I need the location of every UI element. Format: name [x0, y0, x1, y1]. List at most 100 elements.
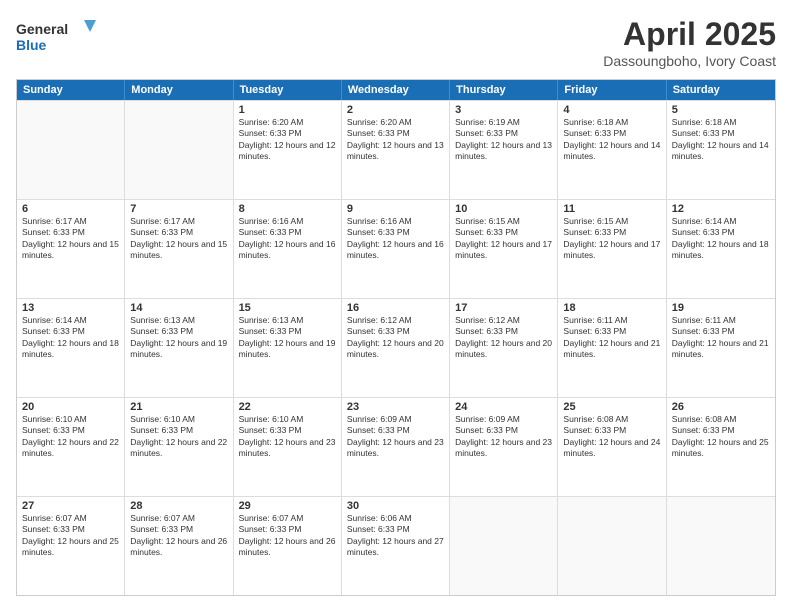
svg-text:Blue: Blue [16, 37, 47, 53]
calendar-header-cell: Sunday [17, 80, 125, 100]
calendar-week-row: 1Sunrise: 6:20 AM Sunset: 6:33 PM Daylig… [17, 100, 775, 199]
calendar-cell [17, 101, 125, 199]
cell-text: Sunrise: 6:15 AM Sunset: 6:33 PM Dayligh… [455, 216, 552, 262]
calendar-cell: 15Sunrise: 6:13 AM Sunset: 6:33 PM Dayli… [234, 299, 342, 397]
day-number: 18 [563, 302, 660, 314]
cell-text: Sunrise: 6:20 AM Sunset: 6:33 PM Dayligh… [239, 117, 336, 163]
cell-text: Sunrise: 6:17 AM Sunset: 6:33 PM Dayligh… [130, 216, 227, 262]
cell-text: Sunrise: 6:12 AM Sunset: 6:33 PM Dayligh… [455, 315, 552, 361]
day-number: 11 [563, 203, 660, 215]
calendar-cell: 8Sunrise: 6:16 AM Sunset: 6:33 PM Daylig… [234, 200, 342, 298]
calendar-cell: 24Sunrise: 6:09 AM Sunset: 6:33 PM Dayli… [450, 398, 558, 496]
calendar-cell: 27Sunrise: 6:07 AM Sunset: 6:33 PM Dayli… [17, 497, 125, 595]
calendar-cell: 25Sunrise: 6:08 AM Sunset: 6:33 PM Dayli… [558, 398, 666, 496]
cell-text: Sunrise: 6:13 AM Sunset: 6:33 PM Dayligh… [130, 315, 227, 361]
calendar-cell: 22Sunrise: 6:10 AM Sunset: 6:33 PM Dayli… [234, 398, 342, 496]
day-number: 29 [239, 500, 336, 512]
cell-text: Sunrise: 6:08 AM Sunset: 6:33 PM Dayligh… [672, 414, 770, 460]
calendar-header-cell: Tuesday [234, 80, 342, 100]
day-number: 14 [130, 302, 227, 314]
day-number: 23 [347, 401, 444, 413]
day-number: 28 [130, 500, 227, 512]
calendar-cell: 4Sunrise: 6:18 AM Sunset: 6:33 PM Daylig… [558, 101, 666, 199]
calendar-cell: 2Sunrise: 6:20 AM Sunset: 6:33 PM Daylig… [342, 101, 450, 199]
subtitle: Dassoungboho, Ivory Coast [603, 53, 776, 69]
calendar-cell: 7Sunrise: 6:17 AM Sunset: 6:33 PM Daylig… [125, 200, 233, 298]
day-number: 1 [239, 104, 336, 116]
calendar-header-cell: Wednesday [342, 80, 450, 100]
svg-text:General: General [16, 21, 68, 37]
day-number: 20 [22, 401, 119, 413]
calendar-cell: 18Sunrise: 6:11 AM Sunset: 6:33 PM Dayli… [558, 299, 666, 397]
calendar-cell [667, 497, 775, 595]
day-number: 16 [347, 302, 444, 314]
day-number: 30 [347, 500, 444, 512]
calendar-header-row: SundayMondayTuesdayWednesdayThursdayFrid… [17, 80, 775, 100]
cell-text: Sunrise: 6:09 AM Sunset: 6:33 PM Dayligh… [347, 414, 444, 460]
day-number: 10 [455, 203, 552, 215]
day-number: 25 [563, 401, 660, 413]
day-number: 22 [239, 401, 336, 413]
day-number: 5 [672, 104, 770, 116]
day-number: 9 [347, 203, 444, 215]
day-number: 12 [672, 203, 770, 215]
day-number: 6 [22, 203, 119, 215]
calendar-cell: 6Sunrise: 6:17 AM Sunset: 6:33 PM Daylig… [17, 200, 125, 298]
calendar-header-cell: Thursday [450, 80, 558, 100]
calendar-week-row: 13Sunrise: 6:14 AM Sunset: 6:33 PM Dayli… [17, 298, 775, 397]
calendar-cell: 14Sunrise: 6:13 AM Sunset: 6:33 PM Dayli… [125, 299, 233, 397]
cell-text: Sunrise: 6:08 AM Sunset: 6:33 PM Dayligh… [563, 414, 660, 460]
cell-text: Sunrise: 6:18 AM Sunset: 6:33 PM Dayligh… [563, 117, 660, 163]
day-number: 27 [22, 500, 119, 512]
title-block: April 2025 Dassoungboho, Ivory Coast [603, 16, 776, 69]
cell-text: Sunrise: 6:14 AM Sunset: 6:33 PM Dayligh… [22, 315, 119, 361]
day-number: 26 [672, 401, 770, 413]
calendar-cell: 5Sunrise: 6:18 AM Sunset: 6:33 PM Daylig… [667, 101, 775, 199]
logo-svg: General Blue [16, 16, 96, 56]
day-number: 24 [455, 401, 552, 413]
cell-text: Sunrise: 6:16 AM Sunset: 6:33 PM Dayligh… [239, 216, 336, 262]
day-number: 3 [455, 104, 552, 116]
calendar-cell: 29Sunrise: 6:07 AM Sunset: 6:33 PM Dayli… [234, 497, 342, 595]
day-number: 15 [239, 302, 336, 314]
cell-text: Sunrise: 6:15 AM Sunset: 6:33 PM Dayligh… [563, 216, 660, 262]
calendar-cell: 16Sunrise: 6:12 AM Sunset: 6:33 PM Dayli… [342, 299, 450, 397]
calendar-cell: 21Sunrise: 6:10 AM Sunset: 6:33 PM Dayli… [125, 398, 233, 496]
cell-text: Sunrise: 6:10 AM Sunset: 6:33 PM Dayligh… [130, 414, 227, 460]
cell-text: Sunrise: 6:09 AM Sunset: 6:33 PM Dayligh… [455, 414, 552, 460]
main-title: April 2025 [603, 16, 776, 53]
cell-text: Sunrise: 6:06 AM Sunset: 6:33 PM Dayligh… [347, 513, 444, 559]
calendar-cell: 12Sunrise: 6:14 AM Sunset: 6:33 PM Dayli… [667, 200, 775, 298]
calendar-cell: 9Sunrise: 6:16 AM Sunset: 6:33 PM Daylig… [342, 200, 450, 298]
day-number: 8 [239, 203, 336, 215]
calendar-cell: 3Sunrise: 6:19 AM Sunset: 6:33 PM Daylig… [450, 101, 558, 199]
day-number: 17 [455, 302, 552, 314]
cell-text: Sunrise: 6:13 AM Sunset: 6:33 PM Dayligh… [239, 315, 336, 361]
day-number: 13 [22, 302, 119, 314]
day-number: 21 [130, 401, 227, 413]
header: General Blue April 2025 Dassoungboho, Iv… [16, 16, 776, 69]
calendar-week-row: 20Sunrise: 6:10 AM Sunset: 6:33 PM Dayli… [17, 397, 775, 496]
logo: General Blue [16, 16, 96, 56]
cell-text: Sunrise: 6:14 AM Sunset: 6:33 PM Dayligh… [672, 216, 770, 262]
calendar-body: 1Sunrise: 6:20 AM Sunset: 6:33 PM Daylig… [17, 100, 775, 595]
calendar-header-cell: Monday [125, 80, 233, 100]
day-number: 4 [563, 104, 660, 116]
calendar-cell [558, 497, 666, 595]
cell-text: Sunrise: 6:20 AM Sunset: 6:33 PM Dayligh… [347, 117, 444, 163]
cell-text: Sunrise: 6:17 AM Sunset: 6:33 PM Dayligh… [22, 216, 119, 262]
cell-text: Sunrise: 6:19 AM Sunset: 6:33 PM Dayligh… [455, 117, 552, 163]
day-number: 2 [347, 104, 444, 116]
cell-text: Sunrise: 6:07 AM Sunset: 6:33 PM Dayligh… [130, 513, 227, 559]
calendar: SundayMondayTuesdayWednesdayThursdayFrid… [16, 79, 776, 596]
day-number: 7 [130, 203, 227, 215]
calendar-cell [450, 497, 558, 595]
day-number: 19 [672, 302, 770, 314]
cell-text: Sunrise: 6:07 AM Sunset: 6:33 PM Dayligh… [239, 513, 336, 559]
cell-text: Sunrise: 6:16 AM Sunset: 6:33 PM Dayligh… [347, 216, 444, 262]
calendar-cell: 13Sunrise: 6:14 AM Sunset: 6:33 PM Dayli… [17, 299, 125, 397]
cell-text: Sunrise: 6:10 AM Sunset: 6:33 PM Dayligh… [22, 414, 119, 460]
calendar-header-cell: Saturday [667, 80, 775, 100]
calendar-cell: 10Sunrise: 6:15 AM Sunset: 6:33 PM Dayli… [450, 200, 558, 298]
calendar-cell: 23Sunrise: 6:09 AM Sunset: 6:33 PM Dayli… [342, 398, 450, 496]
